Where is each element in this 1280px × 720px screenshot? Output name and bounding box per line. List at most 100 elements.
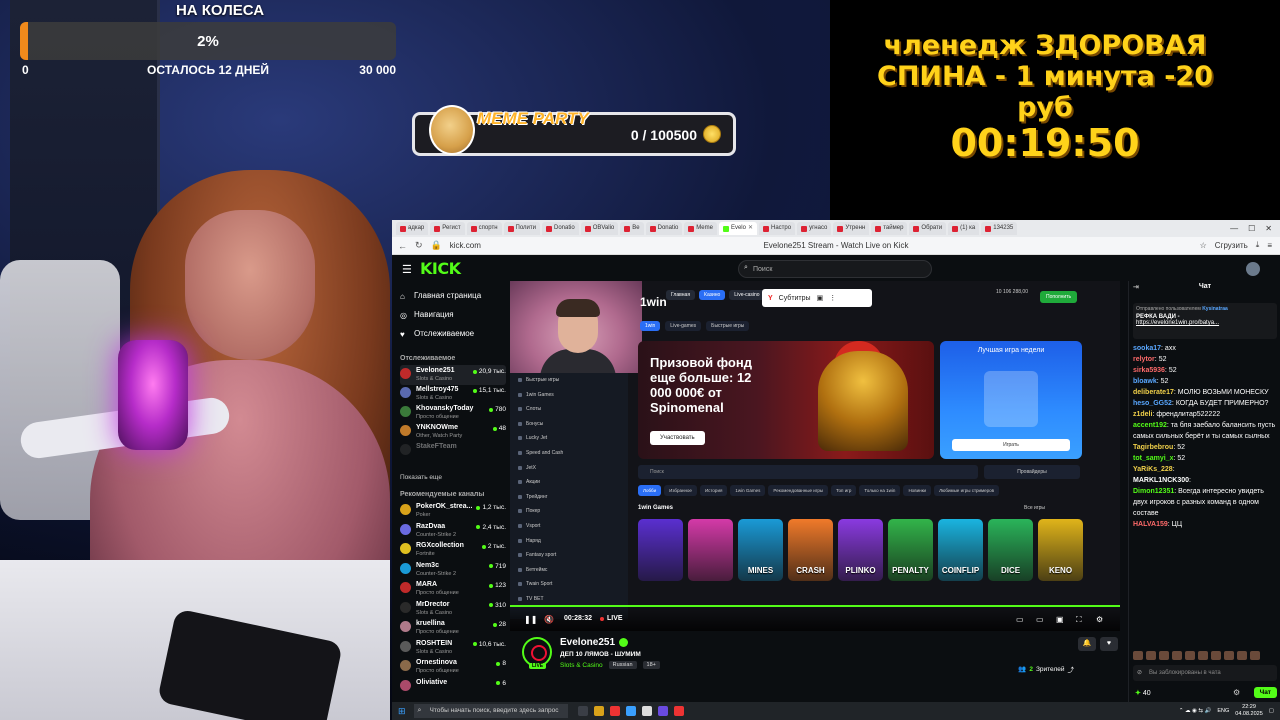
browser-app-icon[interactable]: [641, 706, 652, 716]
recommended-channel[interactable]: RGXcollection Fortnite 2 тыс.: [400, 540, 506, 560]
following-channel[interactable]: StakeFTeam: [400, 441, 506, 461]
chat-username[interactable]: sirka5936: [1133, 367, 1165, 374]
volume-icon[interactable]: 🔇: [544, 615, 554, 624]
browser-tab[interactable]: адкар: [396, 222, 429, 235]
stream-tag[interactable]: Russian: [608, 661, 637, 669]
recommended-channel[interactable]: Oliviative 6: [400, 677, 506, 697]
show-more-link[interactable]: Показать еще: [400, 474, 442, 481]
chat-username[interactable]: bloawk: [1133, 378, 1157, 385]
emote-icon[interactable]: [1198, 651, 1208, 660]
chat-username[interactable]: YaRiKs_228: [1133, 466, 1173, 473]
maximize-icon[interactable]: ☐: [1248, 224, 1255, 233]
browser-tab[interactable]: Meme: [684, 222, 717, 235]
language-indicator[interactable]: ENG: [1217, 708, 1229, 714]
chat-username[interactable]: Dimon12351: [1133, 488, 1174, 495]
recommended-channel[interactable]: Nem3c Counter-Strike 2 719: [400, 560, 506, 580]
subtitles-popup[interactable]: Y Субтитры ▣ ⋮: [762, 289, 872, 307]
chat-username[interactable]: Tagirbebrou: [1133, 444, 1173, 451]
chat-send-button[interactable]: Чат: [1253, 687, 1277, 698]
theater-icon[interactable]: ▭: [1036, 615, 1044, 624]
browser-tab[interactable]: Регист: [430, 222, 465, 235]
share-button[interactable]: Сгрузить: [1215, 241, 1248, 250]
recommended-channel[interactable]: ROSHTEIN Slots & Casino 10,6 тыс.: [400, 638, 506, 658]
browser-tab[interactable]: угнасо: [797, 222, 832, 235]
browser-tab[interactable]: 134235: [981, 222, 1018, 235]
chat-username[interactable]: MARKL1NCK300: [1133, 477, 1189, 484]
browser-tab[interactable]: спортн: [466, 222, 502, 235]
browser-tab[interactable]: OBValio: [580, 222, 619, 235]
fullscreen-icon[interactable]: ⛶: [1076, 615, 1082, 625]
following-channel[interactable]: Evelone251 Slots & Casino 20,9 тыс.: [400, 365, 506, 385]
bell-icon[interactable]: 🔔: [1078, 637, 1096, 651]
windows-start-icon[interactable]: ⊞: [398, 706, 406, 717]
chat-input[interactable]: ⊘ Вы заблокированы в чата: [1133, 665, 1277, 681]
notifications-icon[interactable]: ▢: [1269, 708, 1274, 714]
recommended-channel[interactable]: MARA Просто общение 123: [400, 579, 506, 599]
emote-icon[interactable]: [1146, 651, 1156, 660]
recommended-channel[interactable]: MrDrector Slots & Casino 310: [400, 599, 506, 619]
pip-icon[interactable]: ▣: [817, 294, 824, 302]
nav-following[interactable]: ♥ Отслеживаемое: [400, 329, 474, 339]
bookmark-icon[interactable]: ☆: [1200, 241, 1207, 250]
browser-tab[interactable]: Утренн: [833, 222, 870, 235]
app-icon[interactable]: [657, 706, 668, 716]
chat-username[interactable]: heso_GG52: [1133, 400, 1172, 407]
yandex-browser-icon[interactable]: [609, 706, 620, 716]
pinned-link[interactable]: https://evelone1win.pro/batya...: [1136, 320, 1274, 326]
emote-icon[interactable]: [1211, 651, 1221, 660]
pip-video-icon[interactable]: ▣: [1056, 615, 1064, 624]
browser-tab[interactable]: Donatio: [542, 222, 579, 235]
kick-logo[interactable]: KICK: [420, 259, 461, 278]
minimize-icon[interactable]: —: [1230, 224, 1238, 233]
url-field[interactable]: kick.com: [450, 241, 481, 250]
follow-heart-icon[interactable]: ♥: [1100, 637, 1118, 651]
nav-home[interactable]: ⌂ Главная страница: [400, 291, 481, 301]
browser-tab[interactable]: Обрати: [909, 222, 947, 235]
browser-tab[interactable]: Настро: [759, 222, 796, 235]
emote-icon[interactable]: [1133, 651, 1143, 660]
search-input[interactable]: ⌕ Поиск: [738, 260, 932, 278]
hamburger-icon[interactable]: ☰: [402, 263, 412, 276]
following-channel[interactable]: KhovanskyToday Просто общение 780: [400, 403, 506, 423]
streamer-name[interactable]: Evelone251: [560, 637, 629, 648]
browser-tab[interactable]: Ве: [620, 222, 644, 235]
channel-points[interactable]: ✦ 40: [1135, 689, 1151, 697]
browser-tab[interactable]: Donatio: [645, 222, 683, 235]
chat-username[interactable]: sooka17: [1133, 345, 1161, 352]
stream-video[interactable]: 1win Главная Казино Live-casino Y Субтит…: [510, 281, 1120, 631]
recommended-channel[interactable]: Ornestinova Просто общение 8: [400, 657, 506, 677]
collapse-chat-icon[interactable]: ⇥: [1133, 283, 1139, 291]
video-progress[interactable]: [510, 605, 1120, 607]
chat-username[interactable]: relytor: [1133, 356, 1155, 363]
chat-username[interactable]: tot_samyi_x: [1133, 455, 1173, 462]
menu-icon[interactable]: ≡: [1267, 241, 1272, 250]
chat-username[interactable]: accent192: [1133, 422, 1167, 429]
following-channel[interactable]: Mellstroy475 Slots & Casino 15,1 тыс.: [400, 384, 506, 404]
close-window-icon[interactable]: ✕: [1265, 224, 1272, 233]
emote-icon[interactable]: [1224, 651, 1234, 660]
reload-icon[interactable]: ↻: [415, 240, 423, 251]
browser-tab[interactable]: Полити: [503, 222, 540, 235]
browser-tab[interactable]: (1) ка: [948, 222, 980, 235]
recommended-channel[interactable]: kruellina Просто общение 28: [400, 618, 506, 638]
browser-tab[interactable]: таймер: [871, 222, 908, 235]
pause-icon[interactable]: ❚❚: [524, 615, 537, 624]
chat-username[interactable]: HALVA159: [1133, 521, 1168, 528]
clock[interactable]: 22:29 04.08.2025: [1235, 704, 1263, 718]
taskbar-search[interactable]: ⌕ Чтобы начать поиск, введите здесь запр…: [413, 704, 568, 718]
emote-icon[interactable]: [1250, 651, 1260, 660]
download-icon[interactable]: ⤓: [1256, 240, 1260, 250]
user-avatar[interactable]: [1246, 262, 1260, 276]
emote-icon[interactable]: [1172, 651, 1182, 660]
close-tab-icon[interactable]: ✕: [748, 222, 753, 235]
nav-browse[interactable]: ◎ Навигация: [400, 310, 454, 320]
chat-username[interactable]: z1deli: [1133, 411, 1152, 418]
obs-icon[interactable]: [673, 706, 684, 716]
emote-icon[interactable]: [1237, 651, 1247, 660]
file-explorer-icon[interactable]: [593, 706, 604, 716]
browser-tab-active[interactable]: Evelo ✕: [718, 222, 758, 235]
store-icon[interactable]: [625, 706, 636, 716]
stream-tag[interactable]: 18+: [642, 661, 660, 669]
following-channel[interactable]: YNKNOWme Other, Watch Party 48: [400, 422, 506, 442]
share-icon[interactable]: ⤴: [1068, 664, 1075, 674]
